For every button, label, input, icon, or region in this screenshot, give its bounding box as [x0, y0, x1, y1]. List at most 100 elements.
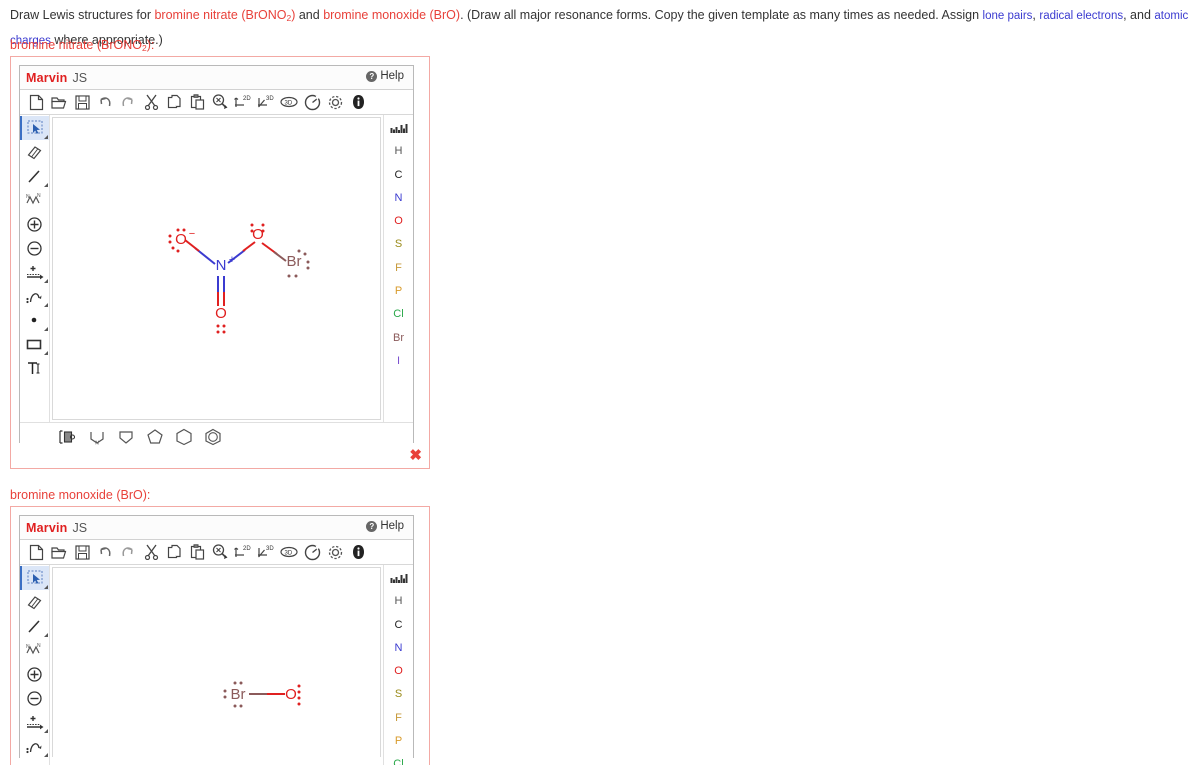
- svg-text:2D: 2D: [243, 546, 251, 552]
- template-cyclopentadiene-1[interactable]: [116, 427, 136, 447]
- zoom-button-1[interactable]: [209, 91, 231, 113]
- help-icon-2: ?: [366, 520, 378, 532]
- open-file-button-2[interactable]: [48, 541, 70, 563]
- tool-chain-2[interactable]: NN: [20, 638, 49, 662]
- tool-bond-1[interactable]: [20, 164, 49, 188]
- tool-corner-marker: [44, 633, 48, 637]
- section-label-formula-2a: (BrO: [112, 488, 143, 502]
- template-cyclopentane-1[interactable]: [145, 427, 165, 447]
- bromine-nitrate-structure: O − N + O O Br: [168, 223, 310, 334]
- tool-electron-flow-arrow-2[interactable]: [20, 734, 49, 758]
- svg-text:O: O: [175, 231, 187, 248]
- svg-text:O: O: [252, 226, 264, 243]
- tool-selection-2[interactable]: [20, 566, 49, 590]
- copy-button-2[interactable]: [163, 541, 185, 563]
- svg-text:N: N: [216, 257, 227, 274]
- clean-3d-button-2[interactable]: 3D: [255, 541, 277, 563]
- tool-decrease-charge-2[interactable]: [20, 686, 49, 710]
- svg-text:3D: 3D: [266, 96, 274, 102]
- prompt-sep-2: , and: [1123, 8, 1155, 22]
- drawing-canvas-bromine-monoxide[interactable]: Br O: [52, 567, 381, 757]
- template-bar-1: N: [20, 422, 413, 450]
- marvin-workspace-1: NN O − N + O O Br H C N O S F P Cl Br I: [20, 115, 413, 422]
- tool-corner-marker: [44, 279, 48, 283]
- zoom-button-2[interactable]: [209, 541, 231, 563]
- section-label-formula-1b: ):: [146, 38, 155, 52]
- svg-text:N: N: [37, 643, 41, 649]
- redo-button-2[interactable]: [117, 541, 139, 563]
- tool-lone-pair-2[interactable]: [20, 758, 49, 765]
- help-button-1[interactable]: ? Help: [361, 68, 409, 84]
- paste-button-1[interactable]: [186, 91, 208, 113]
- tool-chain-1[interactable]: NN: [20, 188, 49, 212]
- aromatize-button-1[interactable]: [301, 91, 323, 113]
- template-benzene-1[interactable]: [203, 427, 223, 447]
- tool-increase-charge-1[interactable]: [20, 212, 49, 236]
- prompt-chem-name-1: bromine nitrate: [154, 8, 238, 22]
- new-file-button-2[interactable]: [25, 541, 47, 563]
- paste-button-2[interactable]: [186, 541, 208, 563]
- cut-button-1[interactable]: [140, 91, 162, 113]
- tool-corner-marker: [44, 351, 48, 355]
- marvin-left-toolbar-2: NN: [20, 565, 50, 765]
- save-file-button-2[interactable]: [71, 541, 93, 563]
- tool-bond-2[interactable]: [20, 614, 49, 638]
- tool-decrease-charge-1[interactable]: [20, 236, 49, 260]
- open-file-button-1[interactable]: [48, 91, 70, 113]
- marvin-js-suffix-2: JS: [72, 520, 88, 535]
- copy-button-1[interactable]: [163, 91, 185, 113]
- tool-lone-pair-1[interactable]: [20, 308, 49, 332]
- help-label-2: Help: [380, 520, 404, 532]
- tool-bracket-1[interactable]: [20, 332, 49, 356]
- tool-corner-marker: [44, 729, 48, 733]
- template-pyrrole-1[interactable]: N: [87, 427, 107, 447]
- svg-text:N: N: [95, 440, 99, 446]
- section-label-bromine-monoxide: bromine monoxide (BrO):: [10, 488, 150, 502]
- svg-text:3D: 3D: [285, 551, 293, 557]
- cut-button-2[interactable]: [140, 541, 162, 563]
- template-library-button-1[interactable]: [58, 427, 78, 447]
- link-lone-pairs[interactable]: lone pairs: [983, 10, 1033, 22]
- link-radical-electrons[interactable]: radical electrons: [1039, 10, 1123, 22]
- tool-selection-1[interactable]: [20, 116, 49, 140]
- clean-3d-button-1[interactable]: 3D: [255, 91, 277, 113]
- marvin-brand-2: Marvin: [26, 520, 68, 535]
- clean-2d-button-1[interactable]: 2D: [232, 91, 254, 113]
- remove-structure-button-1[interactable]: ✖: [409, 448, 422, 463]
- tool-reaction-arrow-2[interactable]: [20, 710, 49, 734]
- drawing-canvas-bromine-nitrate[interactable]: O − N + O O Br: [52, 117, 381, 420]
- info-button-1[interactable]: [347, 91, 369, 113]
- settings-gear-button-1[interactable]: [324, 91, 346, 113]
- prompt-chem-name-2: bromine monoxide: [323, 8, 427, 22]
- save-file-button-1[interactable]: [71, 91, 93, 113]
- tool-reaction-arrow-1[interactable]: [20, 260, 49, 284]
- prompt-text-1: Draw Lewis structures for: [10, 8, 155, 22]
- prompt-chem-formula-1a: (BrONO: [237, 8, 287, 22]
- view-3d-button-1[interactable]: 3D: [278, 91, 300, 113]
- marvin-js-editor-1: Marvin JS ? Help 2D 3D 3D N N O − N + O …: [19, 65, 414, 450]
- info-button-2[interactable]: [347, 541, 369, 563]
- tool-eraser-2[interactable]: [20, 590, 49, 614]
- undo-button-1[interactable]: [94, 91, 116, 113]
- svg-text:+: +: [229, 254, 235, 266]
- undo-button-2[interactable]: [94, 541, 116, 563]
- tool-increase-charge-2[interactable]: [20, 662, 49, 686]
- marvin-toolbar-2: 2D 3D 3D: [20, 540, 413, 565]
- view-3d-button-2[interactable]: 3D: [278, 541, 300, 563]
- tool-eraser-1[interactable]: [20, 140, 49, 164]
- new-file-button-1[interactable]: [25, 91, 47, 113]
- redo-button-1[interactable]: [117, 91, 139, 113]
- tool-corner-marker: [44, 135, 48, 139]
- tool-electron-flow-arrow-1[interactable]: [20, 284, 49, 308]
- aromatize-button-2[interactable]: [301, 541, 323, 563]
- clean-2d-button-2[interactable]: 2D: [232, 541, 254, 563]
- help-button-2[interactable]: ? Help: [361, 518, 409, 534]
- settings-gear-button-2[interactable]: [324, 541, 346, 563]
- tool-corner-marker: [44, 327, 48, 331]
- template-cyclohexane-1[interactable]: [174, 427, 194, 447]
- svg-text:O: O: [285, 686, 297, 703]
- tool-text-1[interactable]: [20, 356, 49, 380]
- answer-frame-bromine-nitrate: Marvin JS ? Help 2D 3D 3D N N O − N + O …: [10, 56, 430, 469]
- tool-corner-marker: [44, 753, 48, 757]
- section-label-formula-1a: (BrONO: [93, 38, 142, 52]
